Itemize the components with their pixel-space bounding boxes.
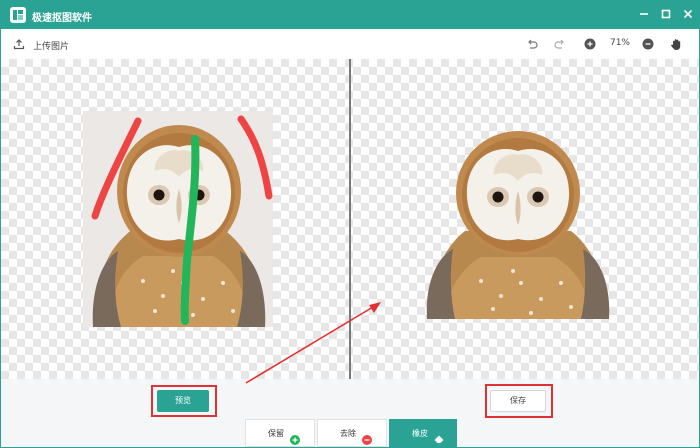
remove-mode-label: 去除 xyxy=(340,429,356,438)
toolbar: 上传图片 71% xyxy=(1,29,699,59)
original-image[interactable] xyxy=(83,111,273,327)
remove-mode-button[interactable]: 去除 xyxy=(317,419,387,447)
brush-mode-bar: 保留 去除 橡皮 xyxy=(245,419,457,447)
keep-mode-label: 保留 xyxy=(268,429,284,438)
plus-circle-icon xyxy=(290,429,300,445)
keep-mode-button[interactable]: 保留 xyxy=(245,419,315,447)
split-divider[interactable] xyxy=(349,59,351,379)
app-title: 极速抠图软件 xyxy=(32,13,92,24)
zoom-out-icon[interactable] xyxy=(641,37,655,51)
title-bar: 极速抠图软件 xyxy=(1,1,699,29)
save-button[interactable]: 保存 xyxy=(490,390,546,412)
undo-icon[interactable] xyxy=(525,37,539,51)
app-window: 极速抠图软件 上传图片 71% 预览 保存 保留 去除 橡皮 xyxy=(0,0,700,448)
editing-canvas[interactable] xyxy=(1,59,699,379)
eraser-icon xyxy=(434,429,444,445)
maximize-icon[interactable] xyxy=(659,7,673,21)
bottom-panel: 预览 保存 保留 去除 橡皮 xyxy=(1,379,699,447)
upload-icon[interactable] xyxy=(13,38,25,50)
zoom-level: 71% xyxy=(609,38,630,48)
minus-circle-icon xyxy=(362,429,372,445)
eraser-mode-label: 橡皮 xyxy=(412,429,428,438)
eraser-mode-button[interactable]: 橡皮 xyxy=(389,419,457,447)
zoom-in-icon[interactable] xyxy=(583,37,597,51)
preview-button[interactable]: 预览 xyxy=(157,390,209,412)
close-icon[interactable] xyxy=(681,7,695,21)
cutout-result-image[interactable] xyxy=(425,131,611,321)
hand-icon[interactable] xyxy=(669,37,683,51)
redo-icon[interactable] xyxy=(553,37,567,51)
upload-image-button[interactable]: 上传图片 xyxy=(33,39,69,52)
app-logo-icon xyxy=(10,7,26,23)
minimize-icon[interactable] xyxy=(637,7,651,21)
